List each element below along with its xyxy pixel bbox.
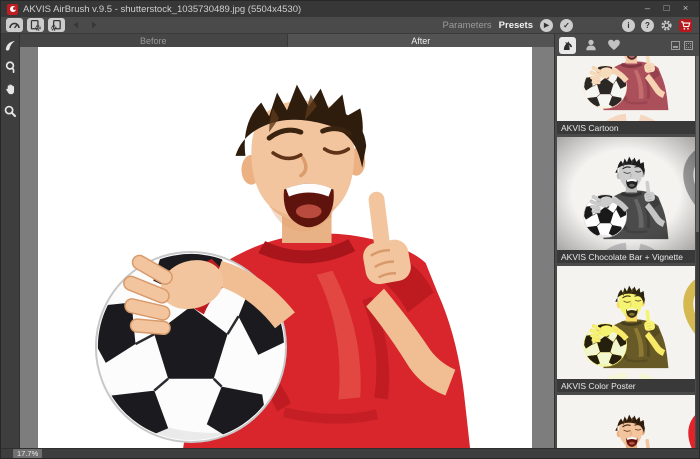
minimize-button[interactable]: – [640, 2, 655, 16]
lasso-icon [3, 60, 18, 75]
dial-icon [8, 19, 21, 32]
arrow-right-icon [88, 19, 100, 31]
close-button[interactable]: × [678, 2, 693, 16]
favorite-heart-icon[interactable] [674, 141, 691, 156]
preferences-button[interactable] [660, 19, 673, 32]
airbrush-result-image [38, 47, 532, 448]
favorite-heart-icon[interactable] [674, 399, 691, 414]
preset-item-cartoon[interactable]: AKVIS Cartoon [557, 56, 695, 134]
preset-settings-gear-icon[interactable] [561, 101, 577, 117]
zoom-level[interactable]: 17.7% [13, 449, 42, 458]
gear-icon [660, 19, 673, 32]
view-tabbar: Before After [20, 34, 554, 47]
preset-settings-gear-icon[interactable] [561, 230, 577, 246]
image-viewport [20, 47, 554, 448]
export-presets-button[interactable] [48, 18, 65, 32]
tab-after[interactable]: After [288, 34, 555, 47]
preset-thumbnail[interactable] [557, 56, 695, 121]
brush-stroke-icon [3, 38, 18, 53]
user-presets-button[interactable] [582, 37, 599, 54]
statusbar: 17.7% [1, 448, 699, 458]
check-icon: ✓ [563, 21, 570, 30]
page-gear-icon [29, 19, 42, 32]
window-title: AKVIS AirBrush v.9.5 - shutterstock_1035… [23, 4, 301, 15]
undo-button[interactable] [69, 18, 83, 32]
titlebar: AKVIS AirBrush v.9.5 - shutterstock_1035… [1, 1, 699, 17]
info-icon: i [627, 21, 629, 30]
help-icon: ? [645, 21, 650, 30]
preset-label: AKVIS Color Poster [557, 379, 695, 392]
magnifier-icon [3, 104, 18, 119]
tab-before[interactable]: Before [20, 34, 288, 47]
preset-thumbnail[interactable] [557, 395, 695, 448]
open-image-button[interactable] [6, 18, 23, 32]
favorite-heart-icon[interactable] [674, 270, 691, 285]
hand-tool[interactable] [3, 82, 18, 97]
redo-button[interactable] [87, 18, 101, 32]
preset-item-chocolate-bar[interactable]: AKVIS Chocolate Bar + Vignette [557, 137, 695, 263]
history-brush-tool[interactable] [3, 60, 18, 75]
apply-button[interactable]: ✓ [560, 19, 573, 32]
canvas-column: Before After [20, 34, 554, 448]
preset-thumbnail[interactable] [557, 137, 695, 250]
favorite-presets-button[interactable] [605, 37, 622, 54]
preview-brush-tool[interactable] [3, 38, 18, 53]
preset-thumbnail[interactable] [557, 266, 695, 379]
page-gear-icon [50, 19, 63, 32]
image-canvas[interactable] [38, 47, 532, 448]
app-window: AKVIS AirBrush v.9.5 - shutterstock_1035… [0, 0, 700, 459]
view-toggles [671, 41, 693, 50]
mode-switcher: Parameters Presets ▶ ✓ i ? [443, 19, 694, 32]
play-icon: ▶ [544, 21, 549, 29]
person-icon [584, 38, 598, 52]
preset-item-natural[interactable] [557, 395, 695, 448]
akvis-app-icon [7, 4, 18, 15]
heart-icon [607, 39, 621, 51]
akvis-presets-button[interactable] [559, 37, 576, 54]
import-presets-button[interactable] [27, 18, 44, 32]
preset-label: AKVIS Cartoon [557, 121, 695, 134]
tab-presets[interactable]: Presets [499, 20, 533, 31]
arrow-left-icon [70, 19, 82, 31]
help-button[interactable]: ? [641, 19, 654, 32]
grid-view-toggle[interactable] [684, 41, 693, 50]
preset-label: AKVIS Chocolate Bar + Vignette [557, 250, 695, 263]
presets-sidebar: AKVIS Cartoon AKVIS Chocolate Bar + Vign… [554, 34, 699, 448]
presets-list: AKVIS Cartoon AKVIS Chocolate Bar + Vign… [555, 56, 699, 448]
list-view-toggle[interactable] [671, 41, 680, 50]
toolbar: Parameters Presets ▶ ✓ i ? [1, 17, 699, 34]
cart-icon [680, 20, 691, 31]
sidebar-scrollbar[interactable] [696, 56, 699, 448]
maximize-button[interactable]: □ [659, 2, 674, 16]
main-area: Before After [1, 34, 699, 448]
knight-icon [561, 39, 574, 52]
tab-parameters[interactable]: Parameters [443, 20, 492, 31]
preset-item-color-poster[interactable]: AKVIS Color Poster [557, 266, 695, 392]
run-button[interactable]: ▶ [540, 19, 553, 32]
tool-column [1, 34, 20, 448]
system-buttons: i ? [622, 19, 692, 32]
window-controls: – □ × [640, 2, 693, 16]
hand-icon [3, 82, 18, 97]
about-button[interactable]: i [622, 19, 635, 32]
preset-settings-gear-icon[interactable] [561, 359, 577, 375]
zoom-tool[interactable] [3, 104, 18, 119]
presets-header [555, 34, 699, 56]
buy-button[interactable] [679, 19, 692, 32]
